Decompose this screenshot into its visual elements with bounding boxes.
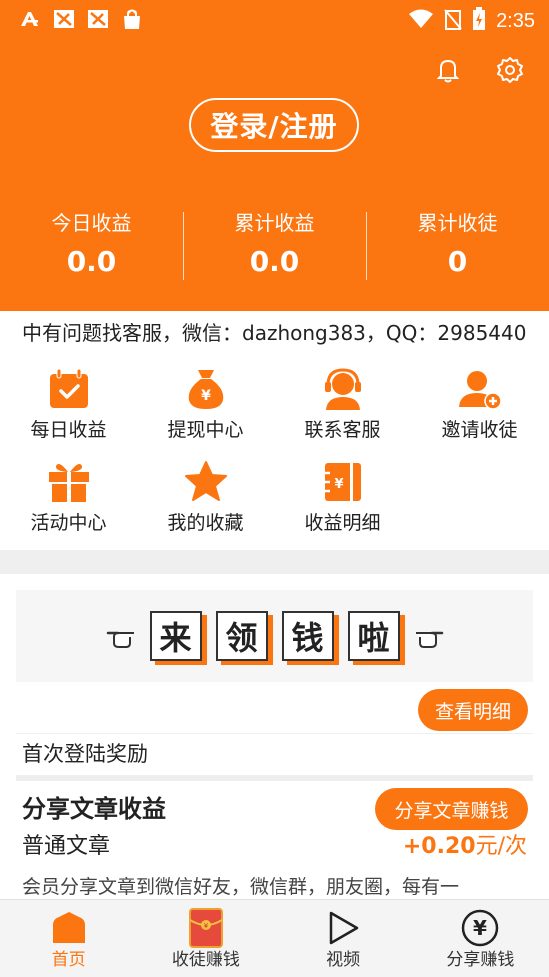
svg-text:¥: ¥ — [334, 477, 343, 492]
menu-contact-service[interactable]: 联系客服 — [274, 362, 411, 455]
section-divider — [16, 775, 533, 781]
menu-label: 活动中心 — [30, 512, 107, 534]
reward-amount: +0.20 — [402, 834, 476, 859]
play-icon — [323, 908, 363, 948]
add-user-icon — [457, 366, 503, 412]
profile-header: 2:35 登录/注册 今日收益 0.0 累计收益 0.0 累计收徒 0 — [0, 0, 549, 311]
menu-label: 联系客服 — [304, 419, 381, 441]
stat-value: 0.0 — [249, 245, 300, 278]
clock: 2:35 — [496, 9, 535, 32]
pointing-hand-left-icon — [106, 621, 136, 651]
promo-banner[interactable]: 来 领 钱 啦 — [16, 590, 533, 682]
menu-activity-center[interactable]: 活动中心 — [0, 455, 137, 548]
stat-total-earnings[interactable]: 累计收益 0.0 — [183, 208, 366, 283]
menu-label: 每日收益 — [30, 419, 107, 441]
menu-label: 提现中心 — [167, 419, 244, 441]
menu-my-favorites[interactable]: 我的收藏 — [137, 455, 274, 548]
section-divider — [0, 550, 549, 574]
gear-icon[interactable] — [496, 56, 524, 84]
nav-video[interactable]: 视频 — [275, 900, 412, 977]
view-details-button[interactable]: 查看明细 — [418, 689, 528, 731]
stat-label: 今日收益 — [51, 211, 132, 235]
stat-label: 累计收徒 — [417, 211, 498, 235]
notification-icons — [18, 8, 144, 30]
menu-invite-apprentice[interactable]: 邀请收徒 — [411, 362, 548, 455]
gift-icon — [46, 459, 92, 505]
menu-label: 我的收藏 — [167, 512, 244, 534]
svg-text:¥: ¥ — [473, 916, 487, 940]
status-bar: 2:35 — [0, 0, 549, 40]
article-type: 普通文章 — [22, 834, 111, 859]
nav-home[interactable]: 首页 — [0, 900, 137, 977]
menu-withdraw-center[interactable]: ¥ 提现中心 — [137, 362, 274, 455]
image-notification-icon — [52, 8, 76, 30]
menu-earnings-detail[interactable]: ¥ 收益明细 — [274, 455, 411, 548]
system-status: 2:35 — [408, 7, 535, 35]
first-login-reward: 首次登陆奖励 — [22, 742, 148, 766]
nav-label: 首页 — [51, 950, 86, 970]
stat-today-earnings[interactable]: 今日收益 0.0 — [0, 208, 183, 283]
home-icon — [49, 908, 89, 948]
star-icon — [183, 459, 229, 505]
banner-char: 来 — [149, 611, 202, 661]
nav-recruit-earn[interactable]: ¥ 收徒赚钱 — [137, 900, 274, 977]
no-signal-icon — [444, 8, 462, 34]
headset-icon — [320, 366, 366, 412]
money-bag-icon: ¥ — [183, 366, 229, 412]
pointing-hand-right-icon — [414, 621, 444, 651]
login-register-button[interactable]: 登录/注册 — [189, 98, 359, 152]
calendar-check-icon — [46, 366, 92, 412]
notice-marquee: 中有问题找客服，微信：dazhong383，QQ：2985440 — [22, 321, 527, 345]
banner-char: 钱 — [281, 611, 334, 661]
stat-value: 0.0 — [66, 245, 117, 278]
nav-share-earn[interactable]: ¥ 分享赚钱 — [412, 900, 549, 977]
bottom-navigation: 首页 ¥ 收徒赚钱 视频 ¥ 分享赚钱 — [0, 899, 549, 977]
stat-value: 0 — [447, 245, 468, 278]
app-notification-icon — [18, 8, 42, 30]
menu-daily-earnings[interactable]: 每日收益 — [0, 362, 137, 455]
shopping-bag-icon — [120, 8, 144, 30]
reward-rate: +0.20元/次 — [403, 830, 527, 864]
stat-total-apprentices[interactable]: 累计收徒 0 — [366, 208, 549, 283]
nav-label: 视频 — [326, 950, 361, 970]
menu-label: 邀请收徒 — [441, 419, 518, 441]
wallet-icon: ¥ — [320, 459, 366, 505]
stat-label: 累计收益 — [234, 211, 315, 235]
earnings-stats: 今日收益 0.0 累计收益 0.0 累计收徒 0 — [0, 208, 549, 283]
yuan-coin-icon: ¥ — [460, 908, 500, 948]
reward-unit: 元/次 — [475, 834, 527, 859]
svg-text:¥: ¥ — [201, 388, 211, 404]
nav-label: 分享赚钱 — [446, 950, 515, 970]
image-notification-icon-2 — [86, 8, 110, 30]
share-earnings-title: 分享文章收益 — [22, 795, 166, 823]
red-envelope-icon: ¥ — [186, 908, 226, 948]
menu-label: 收益明细 — [304, 512, 381, 534]
svg-text:¥: ¥ — [204, 922, 209, 930]
share-article-button[interactable]: 分享文章赚钱 — [375, 788, 528, 830]
wifi-icon — [408, 9, 434, 33]
banner-char: 领 — [215, 611, 268, 661]
divider-line — [16, 733, 533, 734]
bell-icon[interactable] — [434, 56, 462, 84]
share-description: 会员分享文章到微信好友，微信群，朋友圈，每有一 — [22, 876, 460, 898]
battery-charging-icon — [472, 7, 486, 35]
feature-menu: 每日收益 ¥ 提现中心 联系客服 邀请收徒 活动中心 我的收藏 ¥ 收益明细 — [0, 362, 549, 548]
banner-char: 啦 — [347, 611, 400, 661]
nav-label: 收徒赚钱 — [171, 950, 240, 970]
